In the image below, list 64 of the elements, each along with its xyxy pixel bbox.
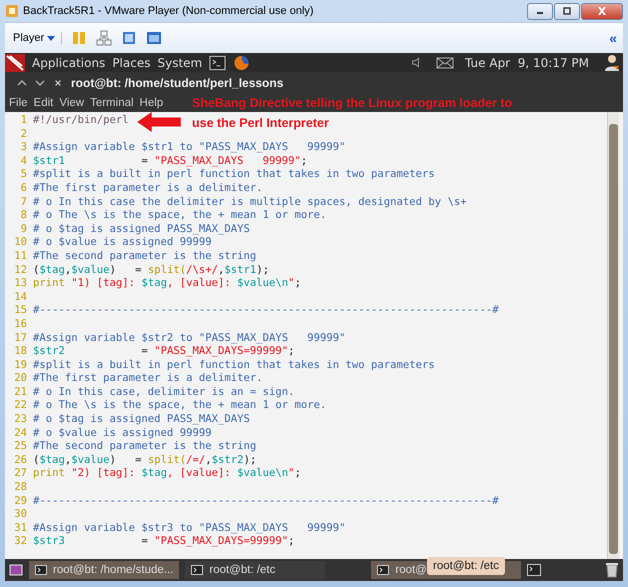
line-number: 14 xyxy=(13,290,28,304)
line-number: 32 xyxy=(13,535,28,549)
line-number: 4 xyxy=(20,154,28,168)
code-line: # o $value is assigned 99999 xyxy=(33,426,212,440)
line-number: 31 xyxy=(13,522,28,536)
line-number: 12 xyxy=(13,264,28,278)
line-number: 18 xyxy=(13,345,28,359)
line-number: 22 xyxy=(13,399,28,414)
code-line: ($tag,$value) = split(/=/,$str2); xyxy=(33,454,256,468)
line-number: 11 xyxy=(13,250,28,264)
code-line: #Assign variable $str2 to "PASS_MAX_DAYS 99999" xyxy=(33,332,346,346)
line-number: 2 xyxy=(20,128,28,142)
code-line: ($tag,$value) = split(/\s+/,$str1); xyxy=(33,264,270,278)
terminal-title: root@bt: /home/student/perl_lessons xyxy=(71,76,284,90)
code-line: print "2) [tag]: $tag, [value]: $value\n"; xyxy=(33,467,301,482)
annotation-text: SheBang Directive telling the Linux program loader to xyxy=(192,96,512,110)
code-line: # o $tag is assigned PASS_MAX_DAYS xyxy=(33,222,250,236)
code-line: # o In this case the delimiter is multiple spaces, designated by \s+ xyxy=(33,196,467,210)
line-number: 19 xyxy=(13,358,28,372)
line-number: 26 xyxy=(13,454,28,468)
code-line: #split is a built in perl function that takes in two parameters xyxy=(33,168,435,182)
code-line: # o The \s is the space, the + mean 1 or more. xyxy=(33,399,326,414)
code-line: #The second parameter is the string xyxy=(33,250,256,264)
code-line: #The first parameter is a delimiter. xyxy=(33,372,263,386)
code-line: #The first parameter is a delimiter. xyxy=(33,182,263,196)
code-line: #Assign variable $str3 to "PASS_MAX_DAYS 99999" xyxy=(33,522,346,536)
code-line: #The second parameter is the string xyxy=(33,440,256,454)
line-number: 5 xyxy=(20,168,28,182)
line-number: 27 xyxy=(13,467,28,482)
code-line: # o $value is assigned 99999 xyxy=(33,236,212,250)
code-line: #-----------------------------------------------------------------------# xyxy=(33,304,499,318)
annotation-text: use the Perl Interpreter xyxy=(192,116,329,130)
line-number: 7 xyxy=(20,196,28,210)
window-title: BackTrack5R1 - VMware Player (Non-commercial use only) xyxy=(23,5,314,17)
line-number: 21 xyxy=(13,386,28,400)
line-number: 10 xyxy=(13,236,28,250)
line-number: 24 xyxy=(13,426,28,440)
line-number: 15 xyxy=(13,304,28,318)
code-line: #split is a built in perl function that takes in two parameters xyxy=(33,358,435,372)
line-number: 13 xyxy=(13,277,28,291)
line-number: 8 xyxy=(20,209,28,223)
line-number: 29 xyxy=(13,494,28,508)
code-line: $str2 = "PASS_MAX_DAYS=99999"; xyxy=(33,345,295,359)
code-line: print "1) [tag]: $tag, [value]: $value\n"; xyxy=(33,277,301,291)
code-line: #Assign variable $str1 to "PASS_MAX_DAYS 99999" xyxy=(33,141,346,155)
line-number: 9 xyxy=(20,222,28,236)
line-number: 1 xyxy=(20,114,28,128)
tooltip: root@bt: /etc xyxy=(427,557,506,575)
code-line: # o The \s is the space, the + mean 1 or more. xyxy=(33,209,326,223)
code-line: #!/usr/bin/perl xyxy=(33,114,129,128)
code-line: #-----------------------------------------------------------------------# xyxy=(33,494,499,508)
line-number: 28 xyxy=(13,481,28,495)
line-number: 3 xyxy=(20,141,28,155)
line-number: 30 xyxy=(13,508,28,522)
line-number: 20 xyxy=(13,372,28,386)
line-number: 16 xyxy=(13,318,28,332)
code-line: $str3 = "PASS_MAX_DAYS=99999"; xyxy=(33,535,295,549)
line-number: 6 xyxy=(20,182,28,196)
line-number: 17 xyxy=(13,332,28,346)
line-number: 23 xyxy=(13,413,28,427)
code-line: $str1 = "PASS_MAX_DAYS 99999"; xyxy=(33,154,308,168)
code-line: # o $tag is assigned PASS_MAX_DAYS xyxy=(33,413,250,427)
code-line: # o In this case, delimiter is an = sign. xyxy=(33,386,294,400)
line-number: 25 xyxy=(13,440,28,454)
